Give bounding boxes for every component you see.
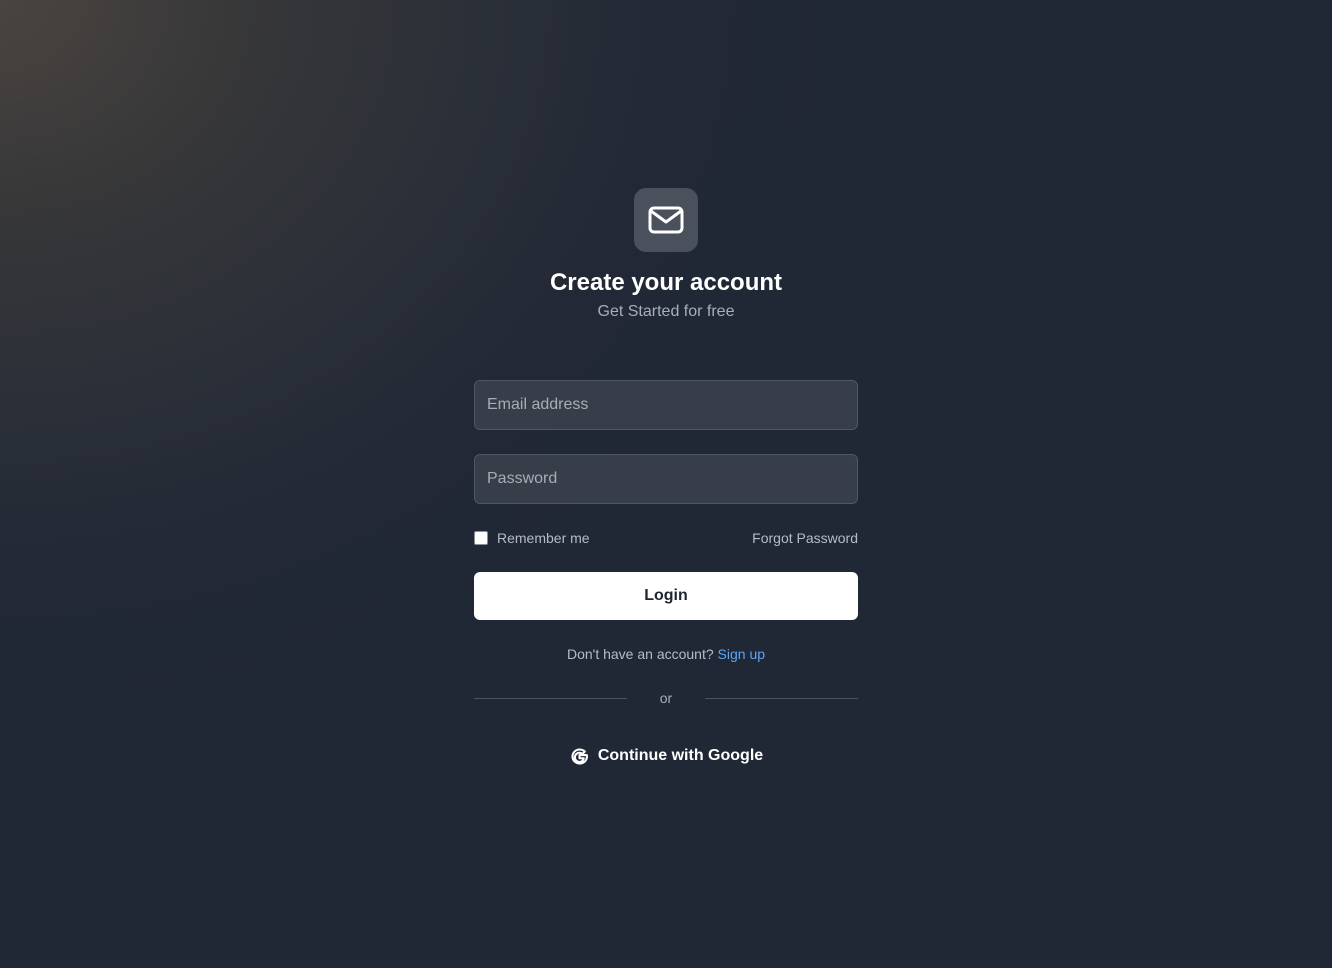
signup-prompt: Don't have an account? Sign up [0,644,1332,664]
divider-line-left [474,698,627,699]
signup-prompt-text: Don't have an account? [566,646,714,662]
remember-me-label: Remember me [497,530,590,546]
page-subtitle: Get Started for free [597,303,735,320]
divider-line-right [705,698,858,699]
password-field[interactable] [474,454,858,504]
google-signin-label: Continue with Google [597,747,764,764]
divider-label: or [659,690,673,706]
google-icon [571,747,588,765]
forgot-password-link[interactable]: Forgot Password [752,528,858,548]
mail-icon [648,206,684,234]
remember-me[interactable]: Remember me [474,528,590,548]
page-title: Create your account [549,269,783,296]
email-field[interactable] [474,380,858,430]
google-signin-button[interactable]: Continue with Google [474,738,858,774]
remember-me-checkbox[interactable] [474,531,488,545]
login-button[interactable]: Login [474,572,858,620]
signup-link[interactable]: Sign up [718,646,765,662]
app-logo [634,188,698,252]
